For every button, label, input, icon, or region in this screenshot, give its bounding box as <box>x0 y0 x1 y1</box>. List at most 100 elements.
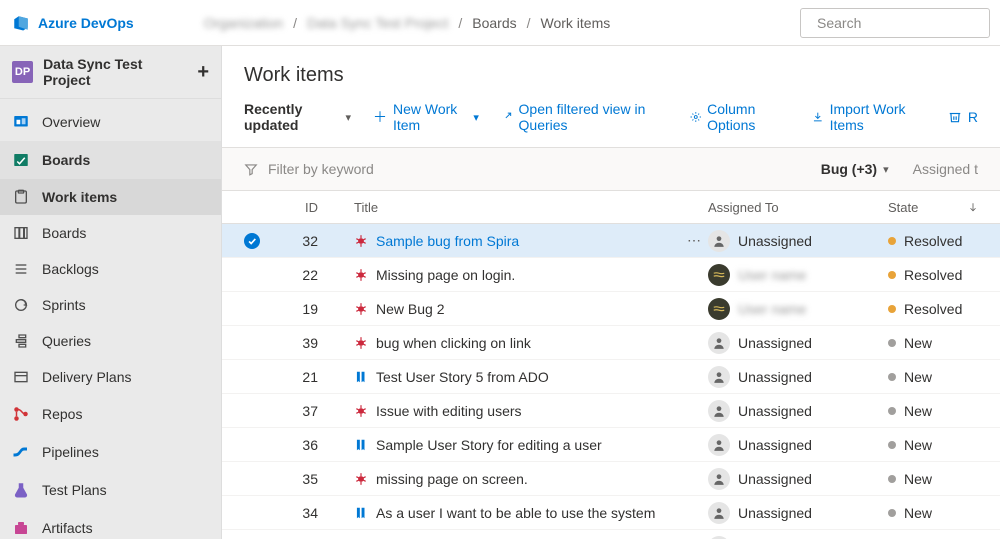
state-label: New <box>904 369 932 385</box>
state-dot-icon <box>888 237 896 245</box>
workitem-id: 32 <box>274 233 324 249</box>
project-header[interactable]: DP Data Sync Test Project + <box>0 46 221 99</box>
filter-types[interactable]: Bug (+3) ▾ <box>821 161 889 177</box>
assignee-cell[interactable]: Unassigned <box>708 468 888 490</box>
column-options-button[interactable]: Column Options <box>690 101 790 133</box>
top-bar: Azure DevOps Organization / Data Sync Te… <box>0 0 1000 46</box>
table-row[interactable]: 36 Sample User Story for editing a user … <box>222 428 1000 462</box>
view-selector-label: Recently updated <box>244 101 339 133</box>
column-header-assigned[interactable]: Assigned To <box>708 200 888 215</box>
table-row[interactable]: 35 missing page on screen. Unassigned Ne… <box>222 462 1000 496</box>
assignee-cell[interactable]: Unassigned <box>708 502 888 524</box>
table-row[interactable]: 19 New Bug 2 User name Resolved <box>222 292 1000 326</box>
state-label: New <box>904 437 932 453</box>
recycle-bin-button[interactable]: R <box>948 109 978 125</box>
assignee-cell[interactable]: Unassigned <box>708 366 888 388</box>
filter-keyword[interactable] <box>244 160 486 178</box>
table-row[interactable]: 33 Sample bug with attachment Unassigned… <box>222 530 1000 539</box>
table-row[interactable]: 34 As a user I want to be able to use th… <box>222 496 1000 530</box>
workitem-id: 21 <box>274 369 324 385</box>
subnav-delivery-plans[interactable]: Delivery Plans <box>0 359 221 395</box>
story-icon <box>354 506 368 520</box>
filter-input[interactable] <box>266 160 486 178</box>
subnav-boards[interactable]: Boards <box>0 215 221 251</box>
breadcrumb-project[interactable]: Data Sync Test Project <box>307 15 448 31</box>
bug-icon <box>354 302 368 316</box>
avatar <box>708 468 730 490</box>
workitem-title-link[interactable]: Missing page on login. <box>376 267 515 283</box>
breadcrumb-workitems[interactable]: Work items <box>541 15 611 31</box>
workitem-title-link[interactable]: New Bug 2 <box>376 301 444 317</box>
sidebar-item-label: Overview <box>42 114 100 130</box>
state-label: New <box>904 471 932 487</box>
story-icon <box>354 370 368 384</box>
workitem-title-link[interactable]: Sample bug from Spira <box>376 233 519 249</box>
view-selector[interactable]: Recently updated ▾ <box>244 101 351 133</box>
sidebar-item-boards[interactable]: Boards <box>0 141 221 179</box>
workitem-title-link[interactable]: As a user I want to be able to use the s… <box>376 505 655 521</box>
add-project-button[interactable]: + <box>197 62 209 82</box>
assignee-cell[interactable]: Unassigned <box>708 230 888 252</box>
state-dot-icon <box>888 271 896 279</box>
product-name: Azure DevOps <box>38 15 134 31</box>
row-check[interactable] <box>244 233 274 249</box>
assignee-name: User name <box>738 301 806 317</box>
sidebar-item-label: Boards <box>42 152 90 168</box>
state-label: New <box>904 505 932 521</box>
bug-icon <box>354 336 368 350</box>
workitem-title-link[interactable]: Sample User Story for editing a user <box>376 437 602 453</box>
assignee-cell[interactable]: Unassigned <box>708 434 888 456</box>
sidebar-item-testplans[interactable]: Test Plans <box>0 471 221 509</box>
breadcrumb-org[interactable]: Organization <box>204 15 283 31</box>
table-row[interactable]: 21 Test User Story 5 from ADO Unassigned… <box>222 360 1000 394</box>
state-dot-icon <box>888 475 896 483</box>
new-work-item-button[interactable]: ＋ New Work Item ▾ <box>373 101 479 133</box>
assignee-name: Unassigned <box>738 233 812 249</box>
workitem-title-link[interactable]: Test User Story 5 from ADO <box>376 369 549 385</box>
workitem-id: 39 <box>274 335 324 351</box>
import-work-items-button[interactable]: Import Work Items <box>812 101 924 133</box>
bug-icon <box>354 268 368 282</box>
workitem-title-link[interactable]: missing page on screen. <box>376 471 528 487</box>
assignee-cell[interactable]: User name <box>708 264 888 286</box>
column-header-id[interactable]: ID <box>274 200 324 215</box>
search-input[interactable] <box>815 14 1000 32</box>
state-cell: Resolved <box>888 233 978 249</box>
sidebar-item-artifacts[interactable]: Artifacts <box>0 509 221 547</box>
assignee-cell[interactable]: Unassigned <box>708 332 888 354</box>
table-row[interactable]: 39 bug when clicking on link Unassigned … <box>222 326 1000 360</box>
subnav-backlogs[interactable]: Backlogs <box>0 251 221 287</box>
state-label: Resolved <box>904 301 962 317</box>
chevron-down-icon: ▾ <box>345 111 351 124</box>
table-header: ID Title Assigned To State <box>222 191 1000 224</box>
filter-icon <box>244 162 258 176</box>
main-content: Work items Recently updated ▾ ＋ New Work… <box>222 46 1000 539</box>
sidebar-item-repos[interactable]: Repos <box>0 395 221 433</box>
global-search[interactable] <box>800 8 990 38</box>
sidebar-item-pipelines[interactable]: Pipelines <box>0 433 221 471</box>
assignee-cell[interactable]: Unassigned <box>708 400 888 422</box>
subnav-sprints[interactable]: Sprints <box>0 287 221 323</box>
state-dot-icon <box>888 339 896 347</box>
workitem-title-link[interactable]: bug when clicking on link <box>376 335 531 351</box>
table-row[interactable]: 37 Issue with editing users Unassigned N… <box>222 394 1000 428</box>
assignee-name: Unassigned <box>738 335 812 351</box>
workitem-title-link[interactable]: Issue with editing users <box>376 403 522 419</box>
state-dot-icon <box>888 407 896 415</box>
column-header-state[interactable]: State <box>888 200 978 215</box>
column-header-title[interactable]: Title <box>324 200 680 215</box>
product-logo[interactable]: Azure DevOps <box>12 14 134 32</box>
subnav-queries[interactable]: Queries <box>0 323 221 359</box>
breadcrumb-boards[interactable]: Boards <box>472 15 516 31</box>
row-actions-button[interactable]: ⋯ <box>680 232 708 249</box>
sidebar-item-overview[interactable]: Overview <box>0 103 221 141</box>
subnav-label: Boards <box>42 225 86 241</box>
subnav-label: Delivery Plans <box>42 369 131 385</box>
open-in-queries-button[interactable]: Open filtered view in Queries <box>501 101 668 133</box>
table-row[interactable]: 22 Missing page on login. User name Reso… <box>222 258 1000 292</box>
table-row[interactable]: 32 Sample bug from Spira ⋯ Unassigned Re… <box>222 224 1000 258</box>
work-items-table: ID Title Assigned To State 32 Sample bug… <box>222 191 1000 539</box>
assignee-cell[interactable]: User name <box>708 298 888 320</box>
subnav-workitems[interactable]: Work items <box>0 179 221 215</box>
filter-assigned[interactable]: Assigned t <box>913 161 978 177</box>
